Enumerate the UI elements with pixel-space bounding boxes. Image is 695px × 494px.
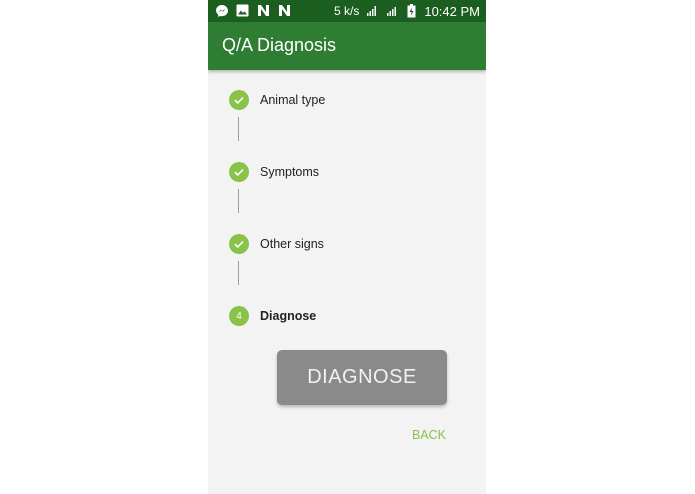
step-diagnose[interactable]: 4 Diagnose <box>229 305 316 327</box>
wifi-icon <box>364 4 379 19</box>
step-connector <box>238 261 239 285</box>
diagnose-button[interactable]: DIAGNOSE <box>277 350 447 405</box>
system-status: 5 k/s 10:42 PM <box>334 3 480 19</box>
step-label: Other signs <box>260 237 324 251</box>
clock: 10:42 PM <box>424 3 480 19</box>
phone-screen: 5 k/s 10:42 PM Q/A Diagnosis Animal type… <box>208 0 486 494</box>
step-animal-type[interactable]: Animal type <box>229 89 325 111</box>
network-speed: 5 k/s <box>334 4 360 18</box>
check-icon <box>229 90 249 110</box>
app-bar: Q/A Diagnosis <box>208 22 486 70</box>
step-other-signs[interactable]: Other signs <box>229 233 324 255</box>
step-label: Symptoms <box>260 165 320 179</box>
step-label: Diagnose <box>260 309 317 323</box>
step-connector <box>238 117 239 141</box>
step-connector <box>238 189 239 213</box>
check-icon <box>229 234 249 254</box>
n-icon <box>277 3 292 18</box>
step-label: Animal type <box>260 93 326 107</box>
page-title: Q/A Diagnosis <box>222 35 337 55</box>
messenger-icon <box>214 3 229 18</box>
check-icon <box>229 162 249 182</box>
step-symptoms[interactable]: Symptoms <box>229 161 319 183</box>
step-number-badge: 4 <box>229 306 249 326</box>
notification-icons <box>214 3 292 18</box>
back-button[interactable]: BACK <box>405 426 453 444</box>
image-icon <box>235 3 250 18</box>
n-icon <box>256 3 271 18</box>
signal-icon <box>384 4 399 19</box>
battery-icon <box>404 4 419 19</box>
status-bar: 5 k/s 10:42 PM <box>208 0 486 22</box>
